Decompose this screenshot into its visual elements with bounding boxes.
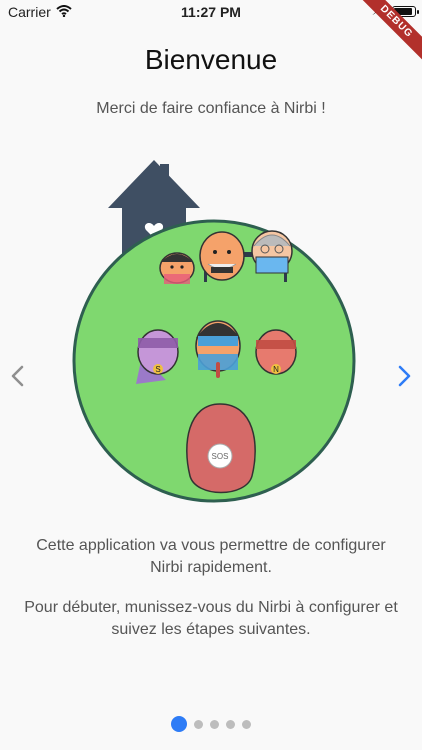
page-subtitle: Merci de faire confiance à Nirbi ! xyxy=(96,100,326,117)
page-dot-4[interactable] xyxy=(226,719,235,729)
previous-button[interactable] xyxy=(6,362,30,390)
next-button[interactable] xyxy=(392,362,416,390)
chevron-left-icon xyxy=(11,365,24,387)
child-character xyxy=(159,252,195,284)
sos-device-icon: SOS xyxy=(186,403,256,494)
page-dot-3[interactable] xyxy=(210,719,219,729)
page-title: Bienvenue xyxy=(144,44,278,75)
grandpa-character xyxy=(199,231,245,281)
hero-badge-n: N xyxy=(273,365,279,374)
page-dot-1[interactable] xyxy=(171,716,187,732)
hero-red-character: N xyxy=(255,329,297,375)
hero-badge-s: S xyxy=(155,365,160,374)
page-dot-2[interactable] xyxy=(194,719,203,729)
welcome-illustration: S N SOS xyxy=(72,160,356,503)
instruction-paragraph: Pour débuter, munissez-vous du Nirbi à c… xyxy=(24,599,398,638)
intro-paragraph: Cette application va vous permettre de c… xyxy=(36,537,386,576)
chevron-right-icon xyxy=(398,365,411,387)
page-dot-5[interactable] xyxy=(242,719,251,729)
grandma-character xyxy=(251,230,293,274)
status-time: 11:27 PM xyxy=(181,4,241,20)
page-indicator xyxy=(0,716,422,732)
hero-blue-character xyxy=(195,320,241,378)
status-bar: Carrier 11:27 PM ⚡ xyxy=(0,0,422,24)
sos-label: SOS xyxy=(212,452,229,461)
